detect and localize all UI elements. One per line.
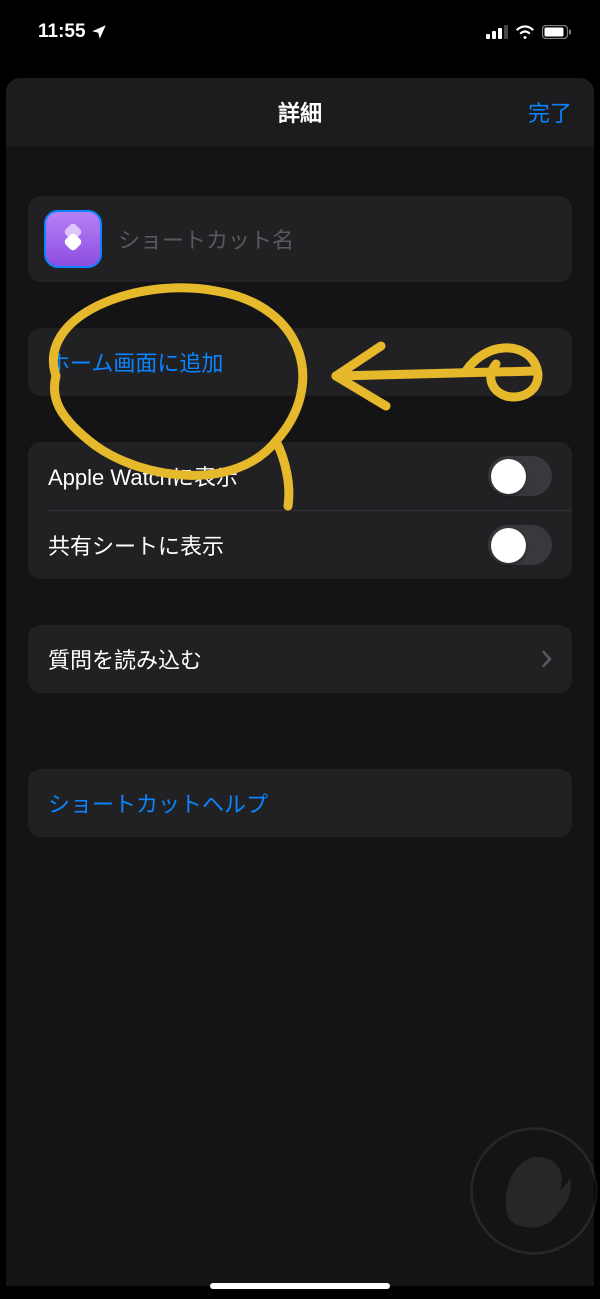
name-group: ショートカット名 (28, 196, 572, 282)
shortcut-name-cell[interactable]: ショートカット名 (28, 196, 572, 282)
toggles-group: Apple Watchに表示 共有シートに表示 (28, 442, 572, 579)
help-group: ショートカットヘルプ (28, 769, 572, 837)
shortcut-help-button[interactable]: ショートカットヘルプ (28, 769, 572, 837)
apple-watch-toggle[interactable] (488, 456, 552, 496)
wifi-icon (515, 25, 535, 40)
apple-watch-cell: Apple Watchに表示 (28, 442, 572, 510)
home-indicator[interactable] (210, 1283, 390, 1289)
status-indicators (486, 25, 572, 40)
status-time: 11:55 (38, 21, 86, 43)
done-button[interactable]: 完了 (528, 96, 572, 128)
shortcuts-glyph-icon (56, 222, 90, 256)
toggle-knob (491, 459, 526, 494)
shortcut-app-icon[interactable] (44, 210, 102, 268)
nav-title: 詳細 (278, 96, 322, 128)
watermark-icon (469, 1126, 599, 1256)
toggle-knob (491, 528, 526, 563)
share-sheet-cell: 共有シートに表示 (28, 511, 572, 579)
chevron-right-icon (542, 650, 552, 668)
import-questions-label: 質問を読み込む (48, 643, 542, 675)
status-time-area: 11:55 (38, 21, 108, 43)
content-area: ショートカット名 ホーム画面に追加 Apple Watchに表示 共有シートに表… (6, 146, 594, 1286)
add-to-home-label: ホーム画面に追加 (48, 346, 223, 378)
add-to-home-button[interactable]: ホーム画面に追加 (28, 328, 572, 396)
status-bar: 11:55 (0, 0, 600, 50)
apple-watch-label: Apple Watchに表示 (48, 460, 488, 492)
battery-icon (542, 25, 572, 39)
nav-bar: 詳細 完了 (6, 78, 594, 146)
shortcut-name-input[interactable]: ショートカット名 (118, 223, 294, 255)
import-questions-button[interactable]: 質問を読み込む (28, 625, 572, 693)
share-sheet-toggle[interactable] (488, 525, 552, 565)
import-questions-group: 質問を読み込む (28, 625, 572, 693)
shortcut-help-label: ショートカットヘルプ (48, 787, 268, 819)
location-icon (90, 23, 108, 41)
share-sheet-label: 共有シートに表示 (48, 529, 488, 561)
add-home-group: ホーム画面に追加 (28, 328, 572, 396)
cellular-icon (486, 25, 508, 39)
